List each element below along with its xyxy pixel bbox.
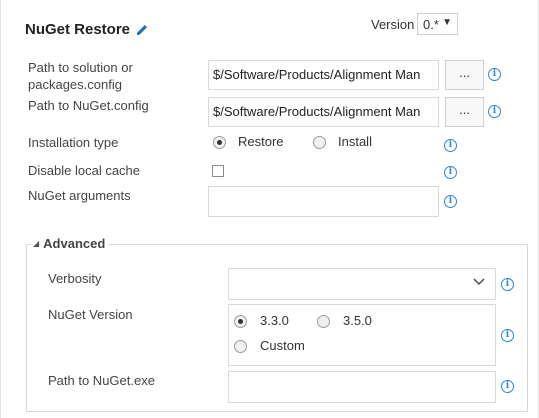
radio-version-3-5-0[interactable] — [317, 315, 330, 328]
solution-path-label-line1: Path to solution or — [28, 60, 133, 75]
advanced-toggle[interactable]: ◢ Advanced — [31, 236, 110, 251]
radio-restore[interactable] — [213, 136, 226, 149]
installation-type-label: Installation type — [28, 135, 119, 150]
radio-version-3-5-0-label: 3.5.0 — [343, 313, 372, 328]
radio-version-3-3-0-label: 3.3.0 — [260, 313, 289, 328]
advanced-legend-label: Advanced — [43, 236, 106, 251]
disable-cache-checkbox[interactable] — [212, 165, 224, 177]
solution-path-label-line2: packages.config — [28, 77, 122, 92]
nuget-config-label: Path to NuGet.config — [28, 98, 149, 113]
solution-path-browse-button[interactable]: ... — [445, 60, 484, 90]
task-settings-panel: NuGet Restore Version 0.* ▼ Path to solu… — [0, 0, 539, 418]
radio-restore-label: Restore — [238, 134, 284, 149]
radio-install-label: Install — [338, 134, 372, 149]
info-icon[interactable]: i — [444, 166, 457, 179]
nuget-arguments-input[interactable] — [208, 186, 439, 217]
solution-path-input[interactable]: $/Software/Products/Alignment Man — [208, 60, 439, 90]
nuget-arguments-label: NuGet arguments — [28, 188, 131, 203]
nuget-config-input[interactable]: $/Software/Products/Alignment Man — [208, 97, 439, 127]
nuget-version-label: NuGet Version — [48, 307, 133, 322]
solution-path-label: Path to solution or packages.config — [28, 59, 133, 93]
chevron-down-icon — [473, 278, 485, 285]
verbosity-label: Verbosity — [48, 271, 102, 286]
caret-down-icon: ▼ — [442, 17, 452, 28]
task-title: NuGet Restore — [25, 21, 131, 38]
version-select[interactable]: 0.* ▼ — [417, 13, 458, 35]
radio-install[interactable] — [313, 136, 326, 149]
radio-version-custom-label: Custom — [260, 338, 305, 353]
verbosity-dropdown[interactable] — [228, 268, 496, 300]
nuget-exe-label: Path to NuGet.exe — [48, 373, 155, 388]
radio-version-3-3-0[interactable] — [234, 315, 247, 328]
nuget-exe-input[interactable] — [228, 371, 496, 403]
nuget-config-browse-button[interactable]: ... — [445, 97, 484, 127]
info-icon[interactable]: i — [501, 278, 514, 291]
radio-version-custom[interactable] — [234, 340, 247, 353]
version-value: 0.* — [423, 17, 439, 32]
info-icon[interactable]: i — [488, 68, 501, 81]
collapse-triangle-icon: ◢ — [33, 239, 40, 248]
info-icon[interactable]: i — [444, 139, 457, 152]
version-label: Version — [371, 17, 415, 32]
info-icon[interactable]: i — [501, 380, 514, 393]
pencil-icon[interactable] — [135, 23, 149, 37]
info-icon[interactable]: i — [444, 195, 457, 208]
info-icon[interactable]: i — [501, 329, 514, 342]
info-icon[interactable]: i — [488, 105, 501, 118]
disable-cache-label: Disable local cache — [28, 163, 141, 178]
